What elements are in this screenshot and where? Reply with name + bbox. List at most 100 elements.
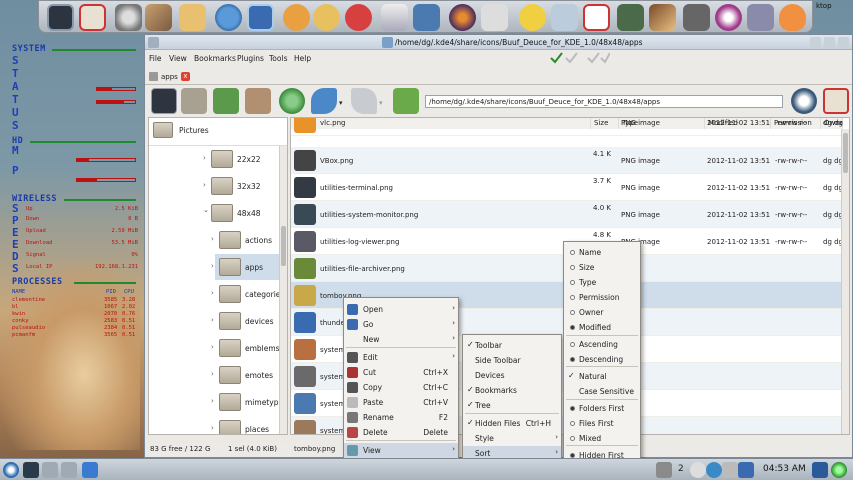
gimp-icon[interactable] <box>683 4 710 31</box>
menu-view[interactable]: View <box>169 54 187 63</box>
settings-tool-icon[interactable] <box>151 88 177 114</box>
menu-item-rename[interactable]: Rename F2 <box>344 410 458 425</box>
table-row[interactable]: vlc.png PNG image 2012-11-02 13:51 -rw-r… <box>291 118 843 136</box>
sort-option-case-sensitive[interactable]: Case Sensitive <box>564 384 640 399</box>
menu-item-toolbar[interactable]: ✓ Toolbar <box>463 338 561 353</box>
menu-item-cut[interactable]: Cut Ctrl+X <box>344 365 458 380</box>
tree-item-emotes[interactable]: › emotes <box>149 362 279 388</box>
menu-item-go[interactable]: Go › <box>344 317 458 332</box>
tree-item-22x22[interactable]: › 22x22 <box>149 146 279 172</box>
updates-icon[interactable] <box>738 462 754 478</box>
table-row[interactable]: utilities-terminal.png 3.7 K PNG image 2… <box>291 174 843 201</box>
menu-item-new[interactable]: New › <box>344 332 458 347</box>
home-icon[interactable] <box>79 4 106 31</box>
tab-apps[interactable]: apps <box>161 73 178 81</box>
tree-scrollbar[interactable] <box>279 146 287 434</box>
packages-icon[interactable] <box>179 4 206 31</box>
sort-option-size[interactable]: Size <box>564 260 640 275</box>
battery-icon[interactable] <box>722 462 738 478</box>
home-icon[interactable] <box>823 88 849 114</box>
desktop-icon[interactable] <box>812 462 828 478</box>
terminal-icon[interactable] <box>47 4 74 31</box>
menu-item-open[interactable]: Open › <box>344 302 458 317</box>
new-tab-icon[interactable] <box>279 88 305 114</box>
launcher-icon[interactable] <box>551 4 578 31</box>
messenger-icon[interactable] <box>345 4 372 31</box>
tree-item-categories[interactable]: › categories <box>149 281 284 307</box>
maximize-button[interactable] <box>824 37 835 48</box>
minimize-button[interactable] <box>810 37 821 48</box>
duck-icon[interactable] <box>519 4 546 31</box>
menu-bookmarks[interactable]: Bookmarks <box>194 54 236 63</box>
menu-help[interactable]: Help <box>294 54 311 63</box>
menu-file[interactable]: File <box>149 54 162 63</box>
menu-item-paste[interactable]: Paste Ctrl+V <box>344 395 458 410</box>
menu-plugins[interactable]: Plugins <box>237 54 264 63</box>
qbittorrent-icon[interactable] <box>215 4 242 31</box>
open-folder-icon[interactable] <box>245 88 271 114</box>
tree-item-places[interactable]: › places <box>149 416 279 434</box>
sort-option-permission[interactable]: Permission <box>564 290 640 305</box>
firefox-icon[interactable] <box>449 4 476 31</box>
go-down-icon[interactable] <box>213 88 239 114</box>
tree-item-apps[interactable]: › apps <box>211 254 279 280</box>
menu-item-delete[interactable]: Delete Delete <box>344 425 458 440</box>
fruit-icon[interactable] <box>779 4 806 31</box>
network-icon[interactable] <box>706 462 722 478</box>
back-icon[interactable] <box>311 88 337 114</box>
forward-icon[interactable] <box>351 88 377 114</box>
tree-item-emblems[interactable]: › emblems <box>149 335 280 361</box>
workspace-icon[interactable] <box>42 462 58 478</box>
sort-option-modified[interactable]: Modified <box>564 320 640 335</box>
workspace-icon[interactable] <box>61 462 77 478</box>
gear-icon[interactable] <box>115 4 142 31</box>
chevron-down-icon[interactable]: ▾ <box>379 99 383 107</box>
tools-icon[interactable] <box>145 4 172 31</box>
titlebar[interactable]: /home/dg/.kde4/share/icons/Buuf_Deuce_fo… <box>145 35 852 50</box>
menu-item-view[interactable]: View › <box>344 443 458 458</box>
menu-item-devices[interactable]: Devices <box>463 368 561 383</box>
tree-item-32x32[interactable]: › 32x32 <box>149 173 279 199</box>
terminal-icon[interactable] <box>23 462 39 478</box>
media-icon[interactable] <box>747 4 774 31</box>
trash-icon[interactable] <box>656 462 672 478</box>
menu-item-bookmarks[interactable]: ✓ Bookmarks <box>463 383 561 398</box>
table-row[interactable]: VBox.png 4.1 K PNG image 2012-11-02 13:5… <box>291 147 843 174</box>
tab-close-button[interactable]: x <box>181 72 190 81</box>
bookmark-pictures[interactable]: Pictures <box>149 118 287 146</box>
sort-option-files-first[interactable]: Files First <box>564 416 640 431</box>
reload-icon[interactable] <box>791 88 817 114</box>
emoticon-icon[interactable] <box>313 4 340 31</box>
sort-option-natural[interactable]: ✓ Natural <box>564 369 640 384</box>
eye-icon[interactable] <box>715 4 742 31</box>
clock[interactable]: 04:53 AM <box>763 464 806 474</box>
up-icon[interactable] <box>393 88 419 114</box>
sort-option-name[interactable]: Name <box>564 245 640 260</box>
game-icon[interactable] <box>413 4 440 31</box>
start-menu-icon[interactable] <box>3 462 19 478</box>
close-button[interactable] <box>838 37 849 48</box>
sort-option-folders-first[interactable]: Folders First <box>564 401 640 416</box>
file-manager-icon[interactable] <box>82 462 98 478</box>
location-bar[interactable]: /home/dg/.kde4/share/icons/Buuf_Deuce_fo… <box>425 95 783 108</box>
tree-item-48x48[interactable]: ⌄ 48x48 <box>149 200 279 226</box>
clipboard-icon[interactable] <box>690 462 706 478</box>
menu-item-style[interactable]: Style › <box>463 431 561 446</box>
brush-icon[interactable] <box>649 4 676 31</box>
file-list-scrollbar[interactable] <box>841 129 849 434</box>
sort-option-mixed[interactable]: Mixed <box>564 431 640 446</box>
system-monitor-icon[interactable] <box>247 4 274 31</box>
menu-item-tree[interactable]: ✓ Tree <box>463 398 561 413</box>
menu-item-hidden-files[interactable]: ✓ Hidden Files Ctrl+H <box>463 416 561 431</box>
sort-option-type[interactable]: Type <box>564 275 640 290</box>
table-row[interactable]: utilities-system-monitor.png 4.0 K PNG i… <box>291 201 843 228</box>
sort-option-descending[interactable]: Descending <box>564 352 640 367</box>
menu-item-edit[interactable]: Edit › <box>344 350 458 365</box>
chevron-down-icon[interactable]: ▾ <box>339 99 343 107</box>
tree-item-devices[interactable]: › devices <box>149 308 279 334</box>
chat-icon[interactable] <box>283 4 310 31</box>
pdf-icon[interactable] <box>583 4 610 31</box>
tree-item-actions[interactable]: › actions <box>149 227 279 253</box>
mail-icon[interactable] <box>481 4 508 31</box>
menu-item-copy[interactable]: Copy Ctrl+C <box>344 380 458 395</box>
